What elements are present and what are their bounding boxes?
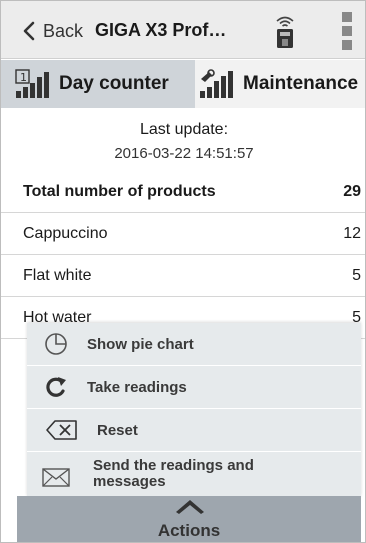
menu-item-show-pie-chart[interactable]: Show pie chart (27, 323, 361, 366)
last-update-block: Last update: 2016-03-22 14:51:57 (1, 109, 365, 171)
menu-item-label: Show pie chart (87, 335, 194, 353)
row-value: 29 (343, 182, 361, 200)
menu-item-label: Take readings (87, 378, 187, 396)
pie-chart-icon (45, 333, 67, 355)
envelope-icon (42, 468, 70, 487)
chevron-up-icon (176, 500, 204, 514)
page-title: GIGA X3 Prof… (95, 20, 227, 40)
menu-item-label: Send the readings and messages (93, 457, 254, 490)
menu-item-label: Reset (97, 421, 138, 439)
table-row: Flat white 5 (1, 255, 365, 297)
last-update-timestamp: 2016-03-22 14:51:57 (114, 145, 254, 162)
svg-text:1: 1 (20, 71, 27, 84)
chevron-left-icon (23, 21, 35, 41)
app-screen: Back GIGA X3 Prof… 1 Day counter Mainten… (0, 0, 366, 543)
backspace-icon (46, 420, 77, 440)
tab-maintenance[interactable]: Maintenance (195, 60, 365, 108)
refresh-icon (46, 377, 66, 397)
counter-bars-icon: 1 (15, 69, 49, 98)
product-count-list: Total number of products 29 Cappuccino 1… (1, 171, 365, 339)
table-row: Total number of products 29 (1, 171, 365, 213)
header-bar: Back GIGA X3 Prof… (1, 1, 365, 59)
menu-item-send-readings[interactable]: Send the readings and messages (27, 452, 361, 497)
row-value: 12 (343, 224, 361, 242)
tab-day-counter-label: Day counter (59, 73, 169, 94)
tab-maintenance-label: Maintenance (243, 73, 359, 94)
row-label: Flat white (23, 266, 92, 284)
tab-bar: 1 Day counter Maintenance (1, 60, 365, 108)
last-update-label: Last update: (139, 121, 229, 138)
table-row: Cappuccino 12 (1, 213, 365, 255)
row-value: 5 (352, 266, 361, 284)
actions-menu: Show pie chart Take readings Reset Send … (27, 323, 361, 497)
more-vertical-icon[interactable] (341, 11, 353, 51)
maintenance-bars-icon (200, 69, 233, 98)
back-button[interactable]: Back (21, 17, 83, 45)
actions-label: Actions (157, 521, 221, 540)
tab-day-counter[interactable]: 1 Day counter (1, 60, 195, 108)
menu-item-take-readings[interactable]: Take readings (27, 366, 361, 409)
actions-button[interactable]: Actions (17, 496, 361, 542)
row-label: Cappuccino (23, 224, 108, 242)
coffee-machine-wifi-icon[interactable] (271, 13, 299, 49)
row-label: Total number of products (23, 182, 216, 200)
back-label: Back (43, 20, 84, 41)
menu-item-reset[interactable]: Reset (27, 409, 361, 452)
